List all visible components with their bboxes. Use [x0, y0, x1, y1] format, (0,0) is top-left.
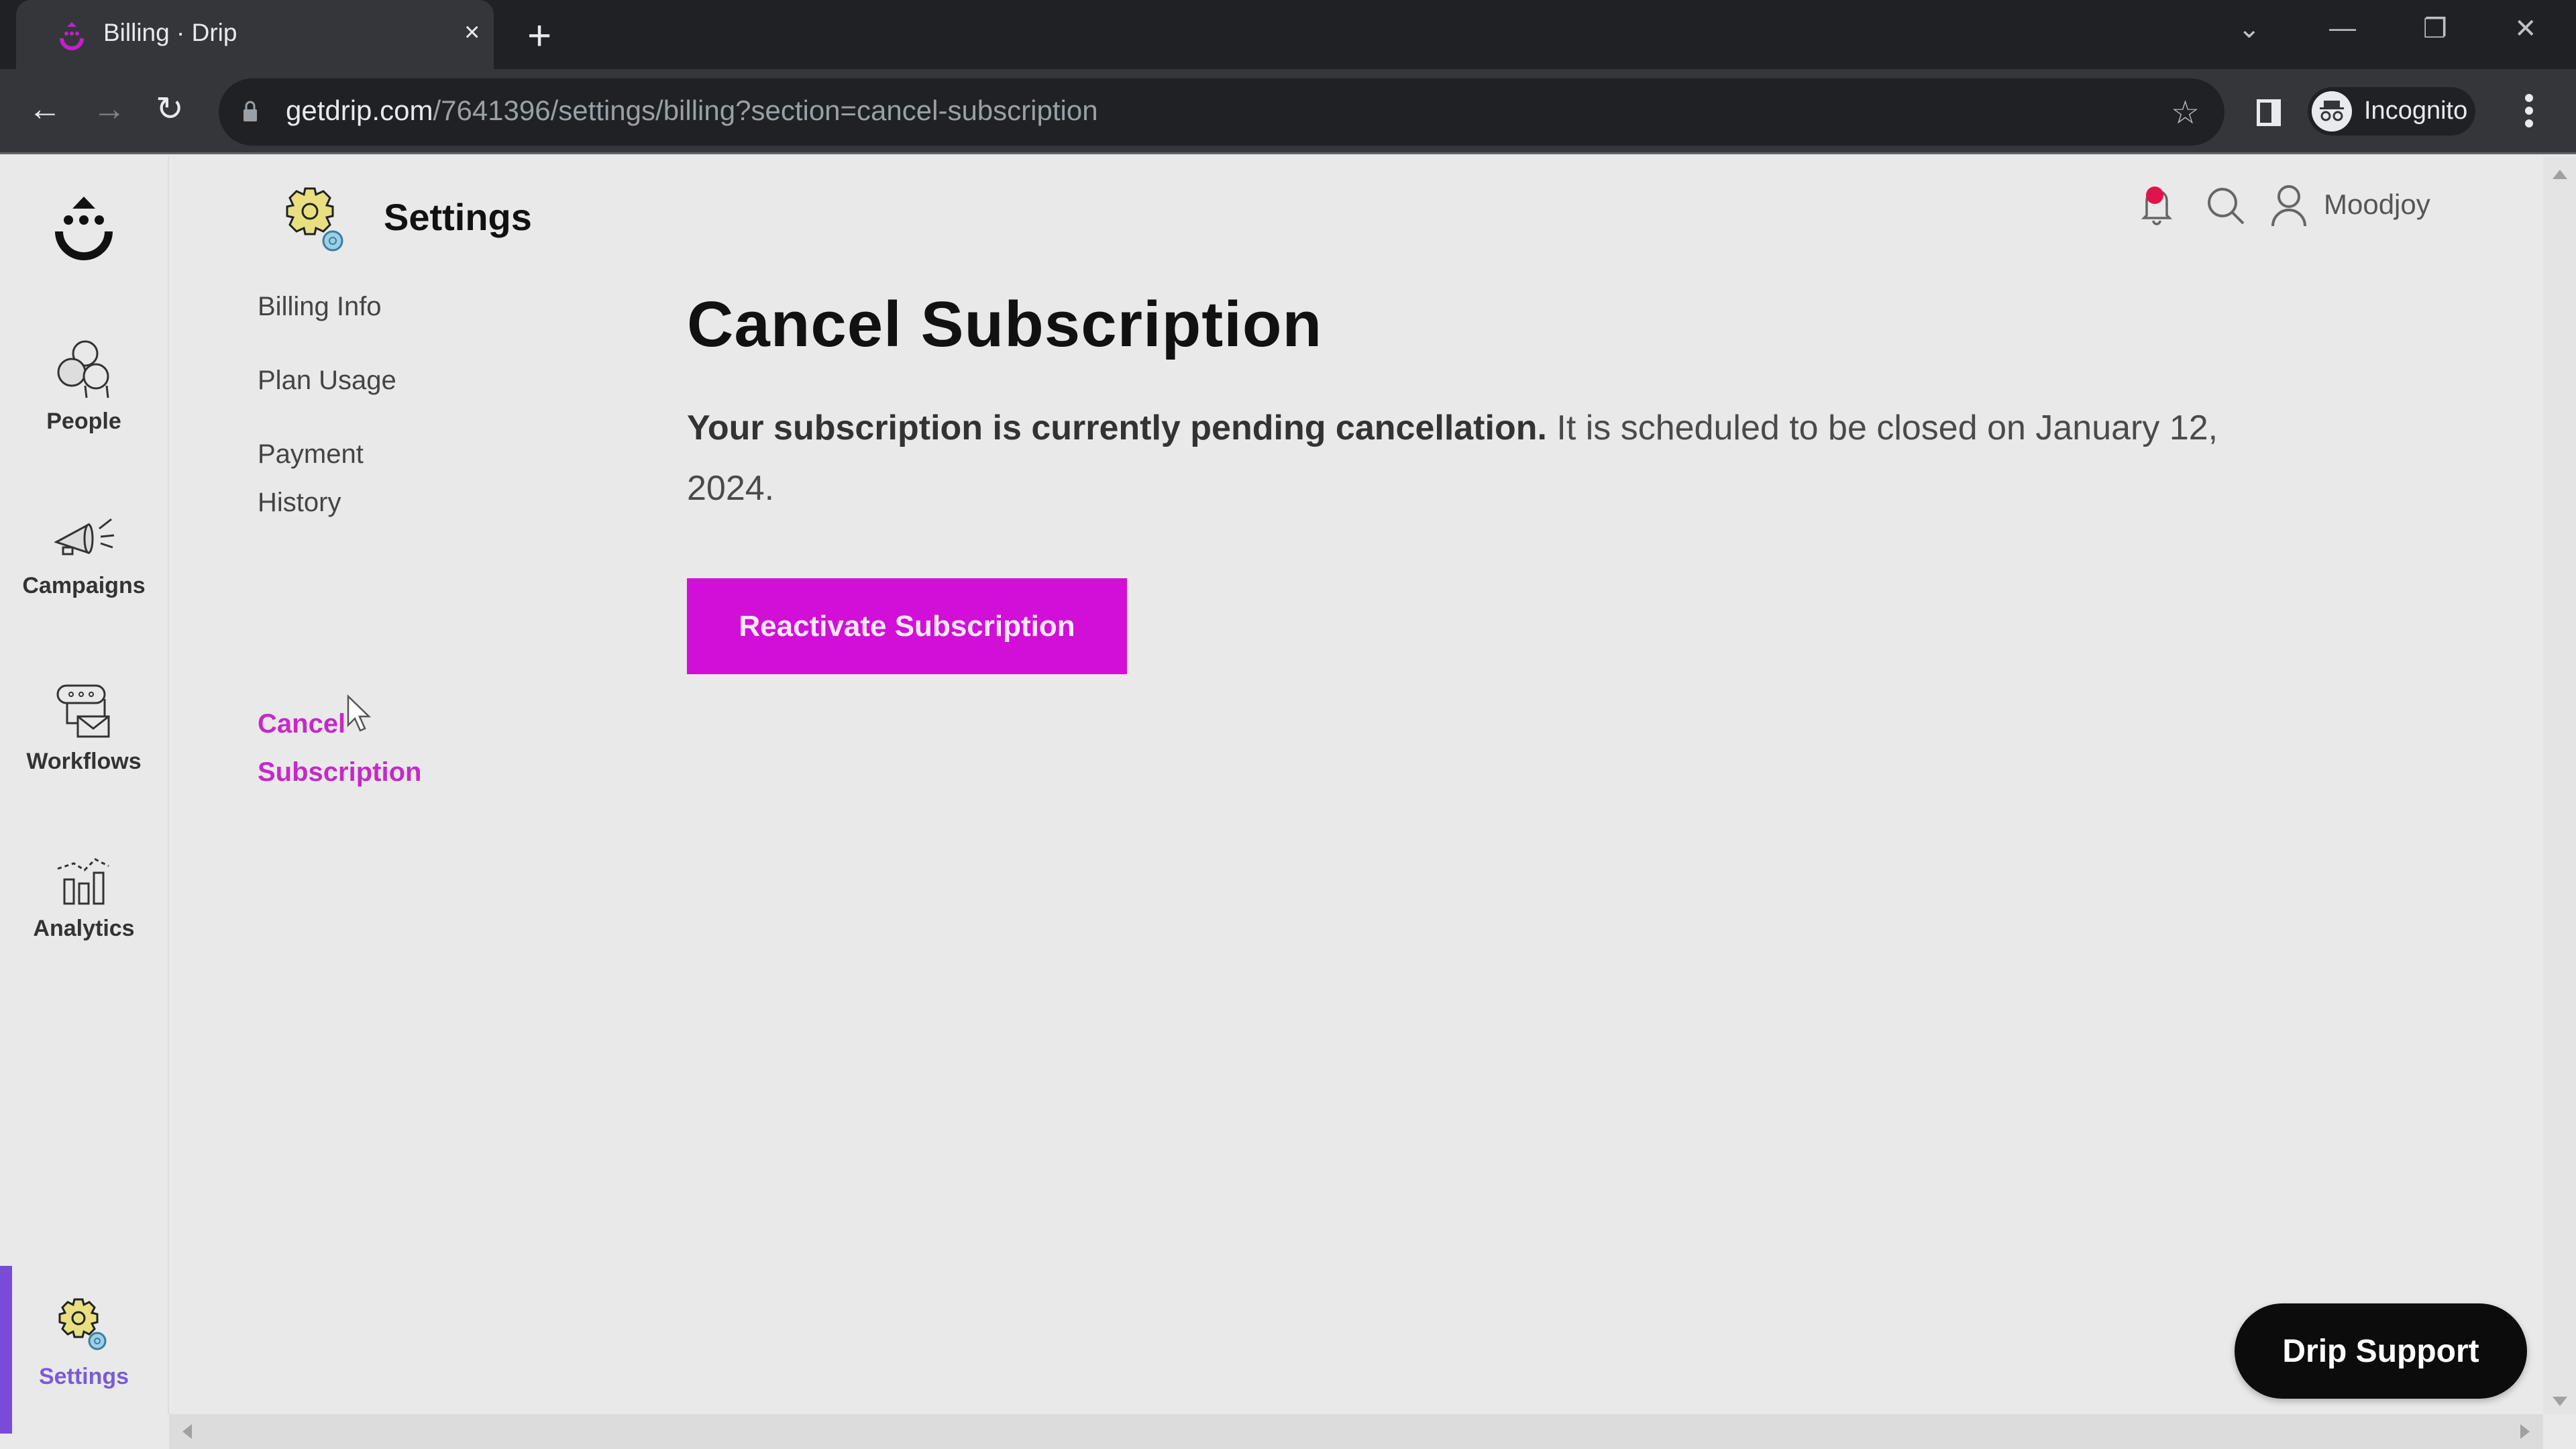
workflow-icon: [56, 684, 110, 738]
sidebar-item-workflows[interactable]: Workflows: [0, 683, 168, 775]
minimize-icon[interactable]: —: [2329, 13, 2356, 44]
vertical-scrollbar[interactable]: [2543, 156, 2576, 1414]
analytics-icon: [57, 858, 109, 905]
scroll-up-arrow-icon[interactable]: [2553, 170, 2567, 179]
browser-tab[interactable]: Billing · Drip ×: [16, 0, 494, 69]
bookmark-star-icon[interactable]: ☆: [2171, 94, 2200, 131]
incognito-label: Incognito: [2364, 97, 2468, 125]
sidebar-label-analytics: Analytics: [33, 916, 135, 941]
people-icon: [57, 340, 109, 398]
page-title: Cancel Subscription: [687, 288, 1323, 360]
notification-bell-icon[interactable]: [2140, 183, 2174, 226]
sidebar-label-settings: Settings: [38, 1364, 129, 1389]
forward-icon[interactable]: →: [93, 92, 126, 125]
reactivate-subscription-button[interactable]: Reactivate Subscription: [687, 578, 1127, 674]
url-text[interactable]: getdrip.com/7641396/settings/billing?sec…: [286, 95, 1098, 127]
sidebar-item-people[interactable]: People: [0, 339, 168, 435]
megaphone-icon: [54, 518, 115, 555]
sidebar-item-analytics[interactable]: Analytics: [0, 854, 168, 942]
restore-icon[interactable]: ❐: [2423, 13, 2447, 44]
new-tab-button[interactable]: +: [527, 12, 551, 60]
settings-gear-icon: [286, 187, 343, 252]
lock-icon: [244, 101, 257, 121]
user-avatar-icon: [2271, 185, 2306, 227]
incognito-badge[interactable]: Incognito: [2308, 87, 2475, 136]
cancellation-status-message: Your subscription is currently pending c…: [687, 398, 2310, 519]
tab-close-icon[interactable]: ×: [464, 17, 480, 48]
scroll-down-arrow-icon[interactable]: [2553, 1397, 2567, 1406]
submenu-plan-usage[interactable]: Plan Usage: [258, 356, 396, 405]
browser-menu-icon[interactable]: [2525, 94, 2534, 132]
tab-search-chevron-icon[interactable]: ⌄: [2238, 13, 2261, 44]
browser-tab-bar: Billing · Drip × + ⌄ — ❐ ✕: [0, 0, 2576, 69]
back-icon[interactable]: ←: [28, 92, 62, 125]
incognito-icon: [2312, 91, 2352, 131]
tab-title: Billing · Drip: [103, 19, 237, 46]
side-panel-icon[interactable]: [2257, 99, 2281, 126]
sidebar-item-campaigns[interactable]: Campaigns: [0, 515, 168, 599]
drip-support-button[interactable]: Drip Support: [2235, 1303, 2527, 1399]
notification-badge: [2146, 186, 2163, 204]
sidebar-label-people: People: [46, 409, 121, 434]
submenu-billing-info[interactable]: Billing Info: [258, 282, 382, 331]
mouse-cursor-icon: [347, 694, 372, 732]
drip-favicon-icon: [60, 22, 84, 50]
sidebar-item-settings[interactable]: Settings: [0, 1297, 168, 1390]
search-icon[interactable]: [2206, 186, 2246, 226]
sidebar-label-campaigns: Campaigns: [22, 573, 146, 598]
scroll-left-arrow-icon[interactable]: [182, 1424, 192, 1439]
sidebar-label-workflows: Workflows: [26, 749, 142, 774]
horizontal-scrollbar[interactable]: [169, 1414, 2543, 1449]
address-bar[interactable]: getdrip.com/7641396/settings/billing?sec…: [219, 78, 2224, 146]
drip-logo-icon[interactable]: [54, 190, 114, 264]
user-name: Moodjoy: [2324, 189, 2430, 220]
settings-heading: Settings: [384, 196, 532, 238]
scroll-right-arrow-icon[interactable]: [2520, 1424, 2530, 1439]
drip-app: People Campaigns Workflows Analytics Set…: [0, 156, 2576, 1449]
left-navigation: People Campaigns Workflows Analytics Set…: [0, 156, 169, 1434]
window-close-icon[interactable]: ✕: [2514, 13, 2537, 44]
gear-icon: [58, 1298, 107, 1350]
status-bold-text: Your subscription is currently pending c…: [687, 409, 1547, 447]
reload-icon[interactable]: ↻: [156, 92, 184, 125]
submenu-payment-history[interactable]: Payment History: [258, 430, 432, 527]
